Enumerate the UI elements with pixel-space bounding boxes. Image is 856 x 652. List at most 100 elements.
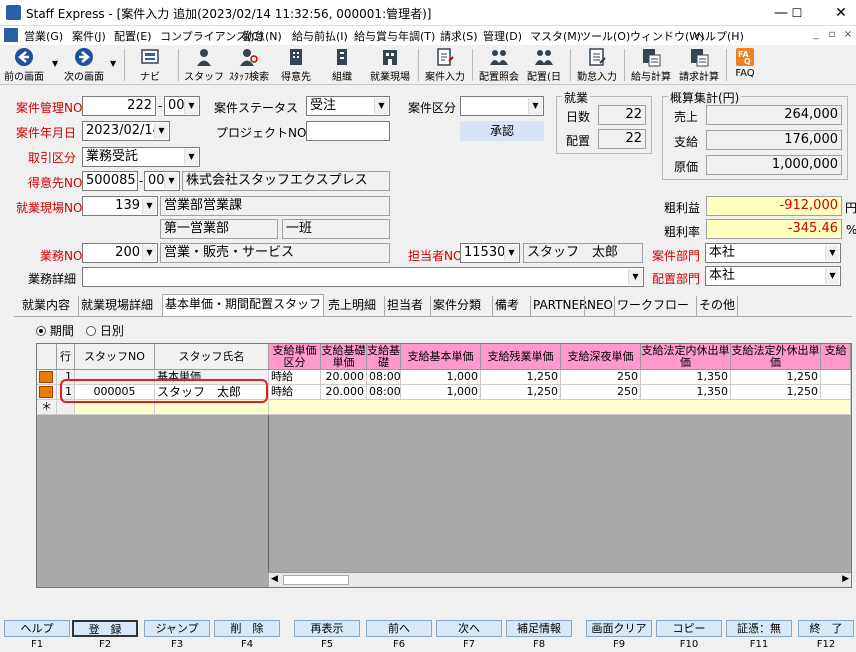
scroll-thumb[interactable] [283,575,349,585]
tab-partner[interactable]: PARTNER [530,296,589,316]
approve-button[interactable]: 承認 [460,121,544,141]
dept-select[interactable]: 本社 ▼ [705,243,841,263]
grid-cell-new[interactable] [269,400,851,415]
new-row-marker[interactable]: ＊ [37,400,57,415]
col-more[interactable]: 支給 [821,344,851,370]
row-selector[interactable] [37,385,57,400]
assign-daily-button[interactable]: 配置(日 [524,46,564,84]
staff-search-button[interactable]: ｽﾀｯﾌ検索 [226,46,272,84]
tab-neo[interactable]: NEO [584,296,615,316]
detail-select[interactable]: ▼ [82,267,644,287]
tab-unit-price-staff[interactable]: 基本単価・期間配置スタッフ [162,294,325,316]
next-screen-button[interactable]: 次の画面 [62,46,106,84]
menu-tools[interactable]: ツール(O) [580,28,630,44]
payroll-calc-button[interactable]: 給与計算 [628,46,674,84]
chevron-down-icon[interactable]: ▼ [142,198,156,214]
staff-button[interactable]: スタッフ [184,46,224,84]
f8-supplement-button[interactable]: 補足情報 [506,620,572,637]
menu-billing[interactable]: 請求(S) [440,28,478,44]
grid-cell-base[interactable]: 08:00 [367,370,401,385]
project-input[interactable] [306,121,390,141]
navi-button[interactable]: ナビ [132,46,168,84]
tab-case-class[interactable]: 案件分類 [430,296,483,316]
col-pay-base[interactable]: 支給基礎 [367,344,401,370]
chevron-down-icon[interactable]: ▼ [184,149,198,165]
col-legal-holiday-unit[interactable]: 支給法定内休出単価 [641,344,731,370]
category-select[interactable]: ▼ [460,96,544,116]
grid-cell-basic[interactable]: 1,000 [401,370,481,385]
f1-help-button[interactable]: ヘルプ [4,620,70,637]
date-input[interactable]: 2023/02/14 ▼ [82,121,170,141]
mdi-doc-icon[interactable] [4,28,18,42]
dropdown-arrow-icon[interactable]: ▼ [110,59,116,68]
menu-sales[interactable]: 営業(G) [24,28,63,44]
prev-screen-button[interactable]: 前の画面 [2,46,46,84]
client-sub-select[interactable]: 000 ▼ [144,171,180,191]
col-pay-unit-type[interactable]: 支給単価区分 [269,344,321,370]
chevron-down-icon[interactable]: ▼ [825,268,839,284]
organization-button[interactable]: 組織 [322,46,362,84]
f4-delete-button[interactable]: 削 除 [214,620,280,637]
col-staff-name[interactable]: スタッフ氏名 [155,344,269,370]
radio-period[interactable]: 期間 [36,322,74,339]
case-sub-select[interactable]: 000 ▼ [164,96,200,116]
row-selector[interactable] [37,370,57,385]
menu-advance-pay[interactable]: 給与前払(I) [292,28,348,44]
chevron-down-icon[interactable]: ▼ [164,173,178,189]
f12-exit-button[interactable]: 終 了 [798,620,854,637]
f6-prev-button[interactable]: 前へ [366,620,432,637]
tab-owner[interactable]: 担当者 [384,296,425,316]
grid-cell-unit-type[interactable]: 時給 [269,370,321,385]
chevron-down-icon[interactable]: ▼ [142,245,156,261]
case-input-button[interactable]: 案件入力 [422,46,468,84]
grid-cell-base-price[interactable]: 20.000 [321,385,367,400]
menu-case[interactable]: 案件(J) [72,28,106,44]
col-pay-base-price[interactable]: 支給基礎単価 [321,344,367,370]
tab-sales-detail[interactable]: 売上明細 [326,296,378,316]
chevron-down-icon[interactable]: ▼ [154,123,168,139]
maximize-button[interactable]: ☐ [782,3,812,23]
col-overtime-unit[interactable]: 支給残業単価 [481,344,561,370]
grid-cell-night[interactable]: 250 [561,385,641,400]
f7-next-button[interactable]: 次へ [436,620,502,637]
grid-cell-more[interactable] [821,385,851,400]
f9-clear-button[interactable]: 画面クリア [586,620,652,637]
case-no-input[interactable]: 222 [82,96,156,116]
grid-cell-legal-holiday[interactable]: 1,350 [641,370,731,385]
grid-cell-night[interactable]: 250 [561,370,641,385]
f11-evidence-button[interactable]: 証憑：無 [726,620,792,637]
grid-cell-nonlegal-holiday[interactable]: 1,250 [731,370,821,385]
mdi-restore-button[interactable]: ▫ [824,28,840,42]
client-button[interactable]: 得意先 [276,46,316,84]
menu-help[interactable]: ヘルプ(H) [694,28,744,44]
grid-cell-base[interactable]: 08:00 [367,385,401,400]
tab-site-detail[interactable]: 就業現場詳細 [78,296,155,316]
scroll-left-icon[interactable]: ◀ [271,574,278,584]
f3-jump-button[interactable]: ジャンプ [144,620,210,637]
chevron-down-icon[interactable]: ▼ [825,245,839,261]
chevron-down-icon[interactable]: ▼ [528,98,542,114]
tab-workflow[interactable]: ワークフロー [614,296,691,316]
scroll-right-icon[interactable]: ▶ [842,574,849,584]
owner-no-select[interactable]: 115305 ▼ [460,243,520,263]
grid-cell-overtime[interactable]: 1,250 [481,385,561,400]
menu-master[interactable]: マスタ(M) [530,28,581,44]
tab-notes[interactable]: 備考 [492,296,521,316]
chevron-down-icon[interactable]: ▼ [504,245,518,261]
menu-attendance[interactable]: 勤怠(N) [243,28,282,44]
col-nonlegal-holiday-unit[interactable]: 支給法定外休出単価 [731,344,821,370]
chevron-down-icon[interactable]: ▼ [184,98,198,114]
grid-cell-unit-type[interactable]: 時給 [269,385,321,400]
tab-work-content[interactable]: 就業内容 [20,296,72,316]
trade-select[interactable]: 業務受託 ▼ [82,147,200,167]
radio-daily[interactable]: 日別 [86,322,124,339]
menu-assign[interactable]: 配置(E) [114,28,152,44]
site-button[interactable]: 就業現場 [366,46,414,84]
tab-other[interactable]: その他 [696,296,739,316]
assign-dept-select[interactable]: 本社 ▼ [705,266,841,286]
status-select[interactable]: 受注 ▼ [306,96,390,116]
grid-cell-base-price[interactable]: 20.000 [321,370,367,385]
faq-button[interactable]: FA Q FAQ [730,46,760,84]
horizontal-scrollbar[interactable]: ◀ ▶ [269,572,851,587]
dropdown-arrow-icon[interactable]: ▼ [52,59,58,68]
